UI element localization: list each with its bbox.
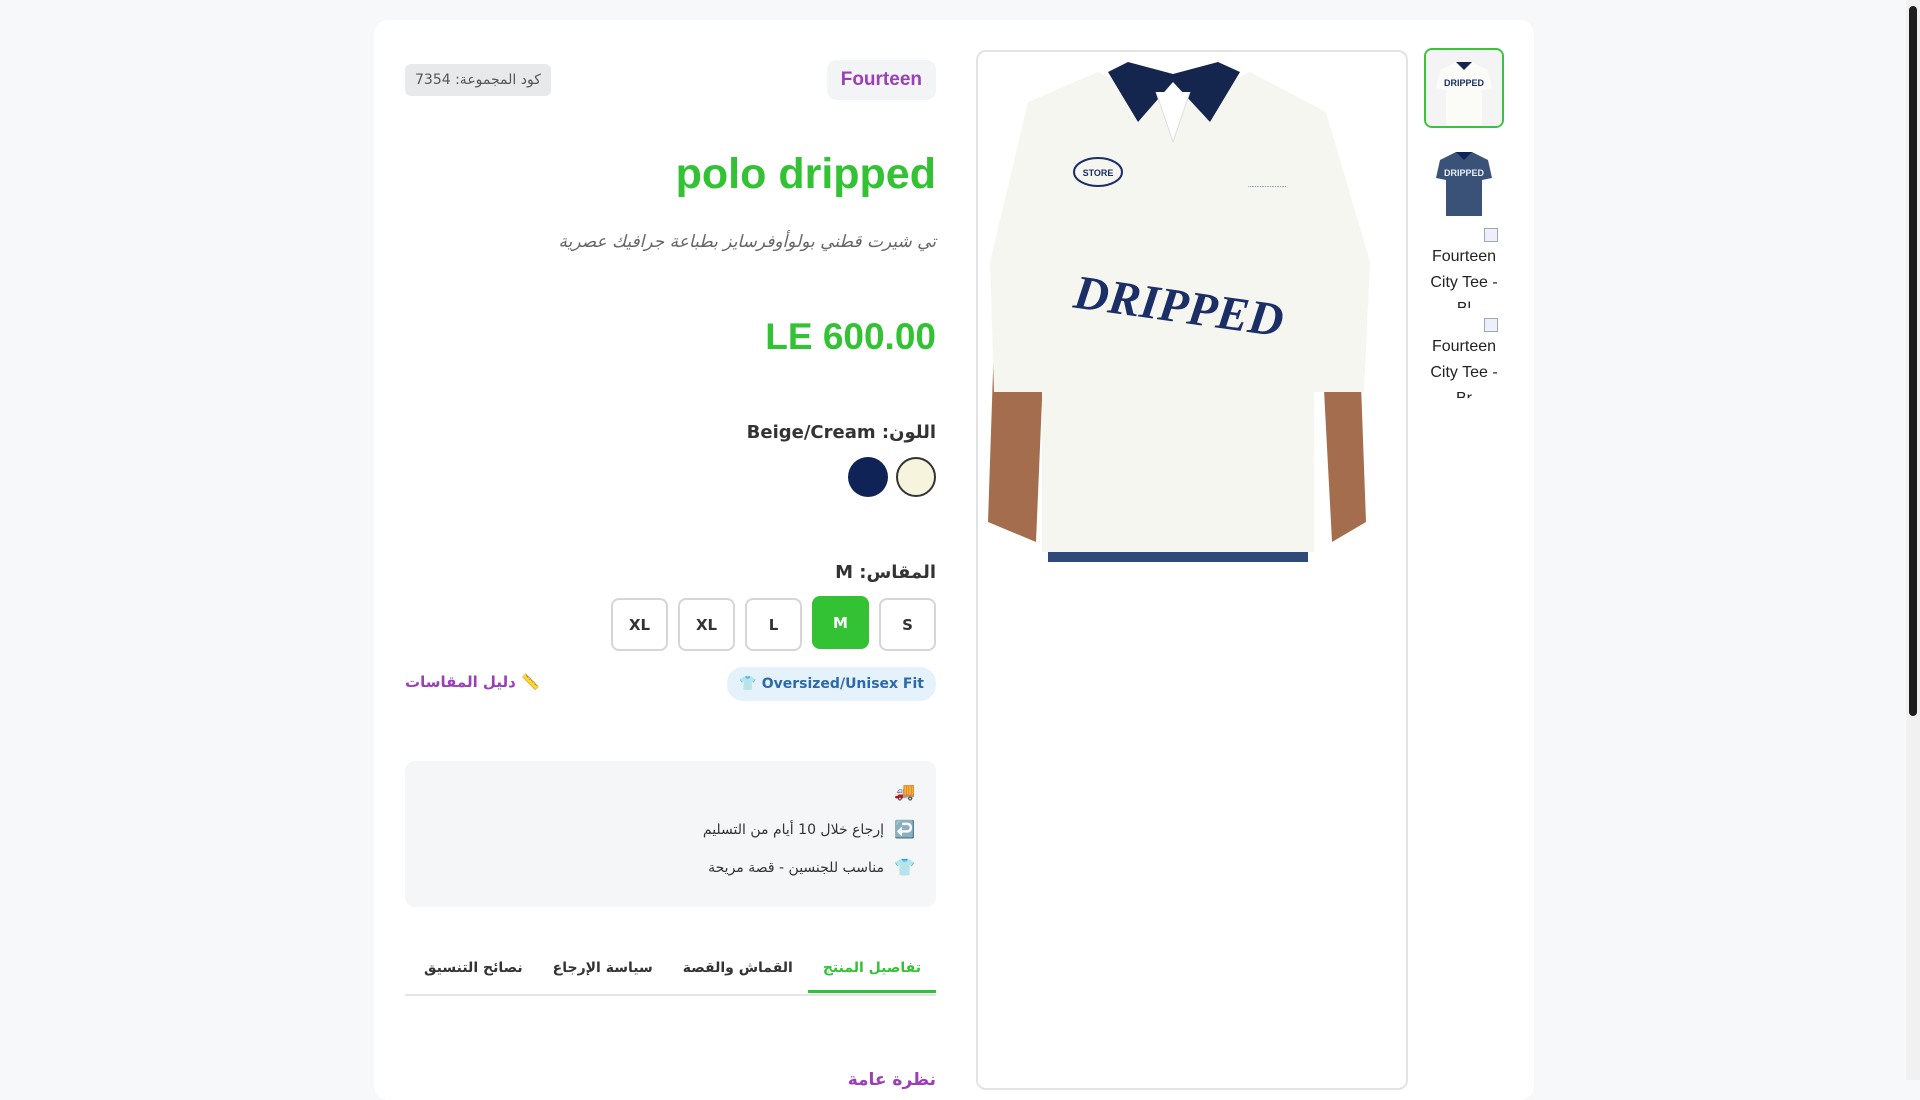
svg-text:DRIPPED: DRIPPED: [1444, 78, 1485, 88]
page-scrollbar[interactable]: [1906, 0, 1920, 1080]
size-label: المقاس: M: [835, 562, 936, 583]
product-price: LE 600.00: [765, 316, 936, 357]
swatch-navy[interactable]: [848, 457, 888, 497]
tab-styling-tips[interactable]: نصائح التنسيق: [409, 950, 538, 994]
size-button-xl[interactable]: XL: [678, 598, 735, 651]
color-label: اللون: Beige/Cream: [746, 422, 936, 443]
main-product-image[interactable]: STORE ....................... DRIPPED: [976, 50, 1408, 1090]
benefit-unisex: 👕 مناسب للجنسين - قصة مريحة: [708, 858, 916, 878]
broken-image-icon: [1484, 228, 1498, 242]
fit-badge: 👕 Oversized/Unisex Fit: [727, 667, 936, 701]
size-button-s[interactable]: S: [879, 598, 936, 651]
swatch-beige-cream[interactable]: [896, 457, 936, 497]
tab-product-details[interactable]: تفاصيل المنتج: [807, 950, 936, 993]
thumbnail-list: DRIPPED DRIPPED Fourteen City Tee - Bl F…: [1424, 48, 1508, 408]
thumbnail-navy-polo[interactable]: DRIPPED: [1424, 138, 1504, 218]
tab-content-title: نظرة عامة: [847, 1070, 936, 1090]
truck-icon: 🚚: [894, 782, 916, 802]
tab-fabric-fit[interactable]: القماش والقصة: [668, 950, 808, 994]
svg-text:STORE: STORE: [1083, 168, 1114, 178]
size-button-l[interactable]: L: [745, 598, 802, 651]
group-code-badge: كود المجموعة: 7354: [405, 64, 551, 96]
brand-badge[interactable]: Fourteen: [826, 60, 936, 100]
product-tabs: تفاصيل المنتج القماش والقصة سياسة الإرجا…: [405, 950, 936, 996]
benefit-returns: ↩️ إرجاع خلال 10 أيام من التسليم: [702, 820, 916, 840]
thumbnail-broken-1[interactable]: Fourteen City Tee - Bl: [1424, 228, 1504, 308]
size-guide-link[interactable]: 📏 دليل المقاسات: [405, 673, 540, 691]
thumbnail-broken-2[interactable]: Fourteen City Tee - Br: [1424, 318, 1504, 398]
return-icon: ↩️: [894, 820, 916, 840]
broken-image-icon: [1484, 318, 1498, 332]
color-swatches: [848, 457, 936, 497]
size-button-xl-2[interactable]: XL: [611, 598, 668, 651]
benefit-shipping: 🚚: [884, 781, 916, 803]
size-button-m[interactable]: M: [812, 596, 869, 649]
size-options: S M L XL XL: [611, 596, 936, 651]
tab-return-policy[interactable]: سياسة الإرجاع: [538, 950, 668, 994]
benefits-box: 🚚 ↩️ إرجاع خلال 10 أيام من التسليم 👕 منا…: [405, 761, 936, 907]
thumbnail-white-polo[interactable]: DRIPPED: [1424, 48, 1504, 128]
svg-text:.......................: .......................: [1248, 183, 1287, 189]
svg-text:DRIPPED: DRIPPED: [1444, 168, 1485, 178]
tshirt-icon: 👕: [894, 858, 916, 878]
scrollbar-thumb[interactable]: [1909, 6, 1917, 716]
product-subtitle: تي شيرت قطني بولوأوفرسايز بطباعة جرافيك …: [558, 232, 936, 252]
product-title: polo dripped: [675, 150, 936, 198]
